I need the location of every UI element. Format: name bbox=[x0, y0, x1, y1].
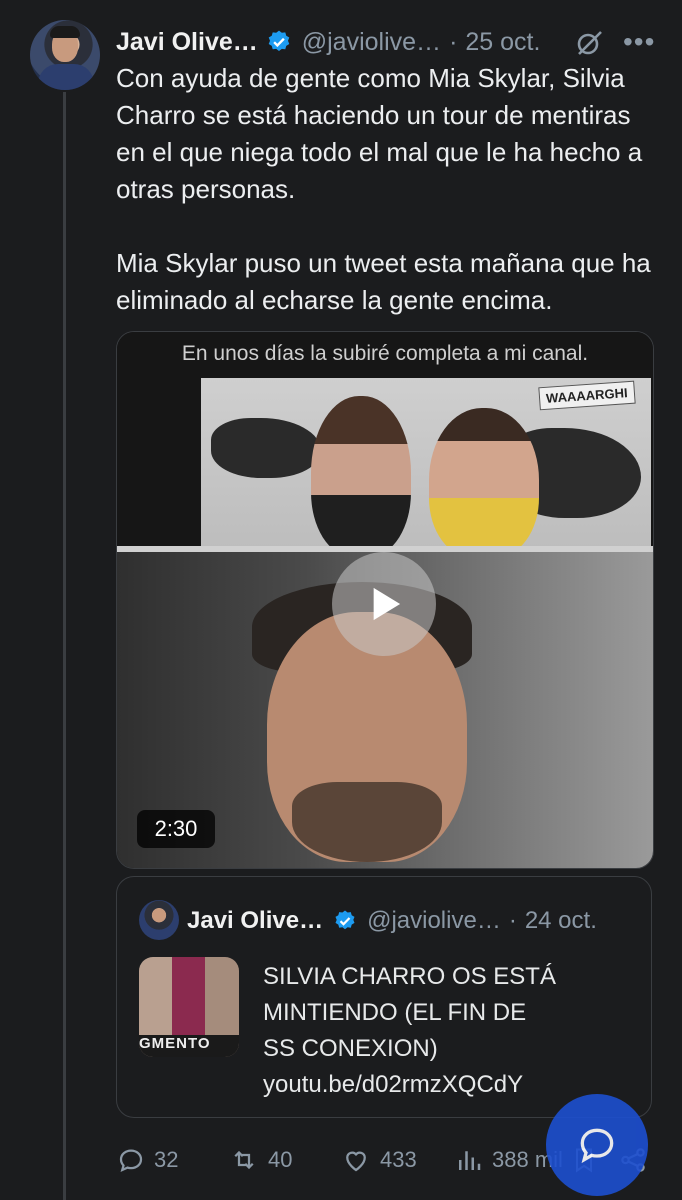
tweet-paragraph: Mia Skylar puso un tweet esta mañana que… bbox=[116, 248, 651, 315]
quoted-text: SILVIA CHARRO OS ESTÁ MINTIENDO (EL FIN … bbox=[263, 959, 623, 1103]
like-button[interactable]: 433 bbox=[340, 1140, 417, 1180]
reply-icon bbox=[119, 1149, 143, 1173]
play-button[interactable] bbox=[332, 552, 436, 656]
quoted-handle: @javiolive… bbox=[367, 907, 501, 934]
separator-dot: · bbox=[508, 907, 517, 934]
tweet-header: Javi Olive… @javiolive… · 25 oct. ••• bbox=[116, 22, 666, 62]
tweet-text: Con ayuda de gente como Mia Skylar, Silv… bbox=[116, 60, 661, 319]
quoted-link[interactable]: youtu.be/d02rmzXQCdY bbox=[263, 1067, 623, 1103]
quoted-line: SILVIA CHARRO OS ESTÁ bbox=[263, 963, 556, 990]
views-icon bbox=[459, 1151, 481, 1170]
retweet-icon bbox=[234, 1150, 254, 1170]
compose-reply-button[interactable] bbox=[546, 1094, 648, 1196]
reply-button[interactable]: 32 bbox=[116, 1140, 178, 1180]
video-duration: 2:30 bbox=[137, 810, 215, 848]
thread-line bbox=[63, 92, 66, 1200]
quoted-line: SS CONEXION) bbox=[263, 1035, 438, 1062]
retweet-button[interactable]: 40 bbox=[228, 1140, 292, 1180]
separator-dot: · bbox=[449, 27, 458, 56]
verified-badge-icon bbox=[333, 909, 357, 933]
author-handle[interactable]: @javiolive… bbox=[302, 28, 441, 57]
grok-icon[interactable] bbox=[574, 28, 604, 58]
tweet-date[interactable]: 25 oct. bbox=[465, 28, 540, 57]
video-player[interactable]: En unos días la subiré completa a mi can… bbox=[116, 331, 654, 869]
quoted-author-name: Javi Olive… bbox=[187, 907, 324, 934]
compose-reply-icon bbox=[580, 1128, 614, 1164]
video-top-frame: En unos días la subiré completa a mi can… bbox=[117, 332, 653, 558]
verified-badge-icon bbox=[266, 29, 292, 55]
link-thumbnail[interactable]: GMENTO bbox=[139, 957, 239, 1057]
sticker-label: WAAAARGHI bbox=[538, 380, 636, 411]
quoted-tweet[interactable]: Javi Olive… @javiolive… · 24 oct. GMENTO… bbox=[116, 876, 652, 1118]
quoted-date: 24 oct. bbox=[524, 907, 597, 934]
like-icon bbox=[346, 1151, 366, 1172]
more-icon[interactable]: ••• bbox=[623, 26, 655, 58]
thumbnail-text: GMENTO bbox=[139, 1035, 239, 1057]
map-background: WAAAARGHI bbox=[201, 378, 651, 558]
video-caption: En unos días la subiré completa a mi can… bbox=[181, 342, 589, 365]
author-avatar[interactable] bbox=[30, 20, 100, 90]
tweet-paragraph: Con ayuda de gente como Mia Skylar, Silv… bbox=[116, 63, 643, 204]
quoted-line: MINTIENDO (EL FIN DE bbox=[263, 999, 527, 1026]
like-count: 433 bbox=[380, 1147, 417, 1172]
play-icon bbox=[373, 587, 401, 621]
quoted-header: Javi Olive… @javiolive… · 24 oct. bbox=[187, 901, 597, 941]
reply-count: 32 bbox=[154, 1147, 179, 1172]
retweet-count: 40 bbox=[268, 1147, 293, 1172]
author-name[interactable]: Javi Olive… bbox=[116, 28, 258, 57]
quoted-author-avatar bbox=[139, 900, 179, 940]
